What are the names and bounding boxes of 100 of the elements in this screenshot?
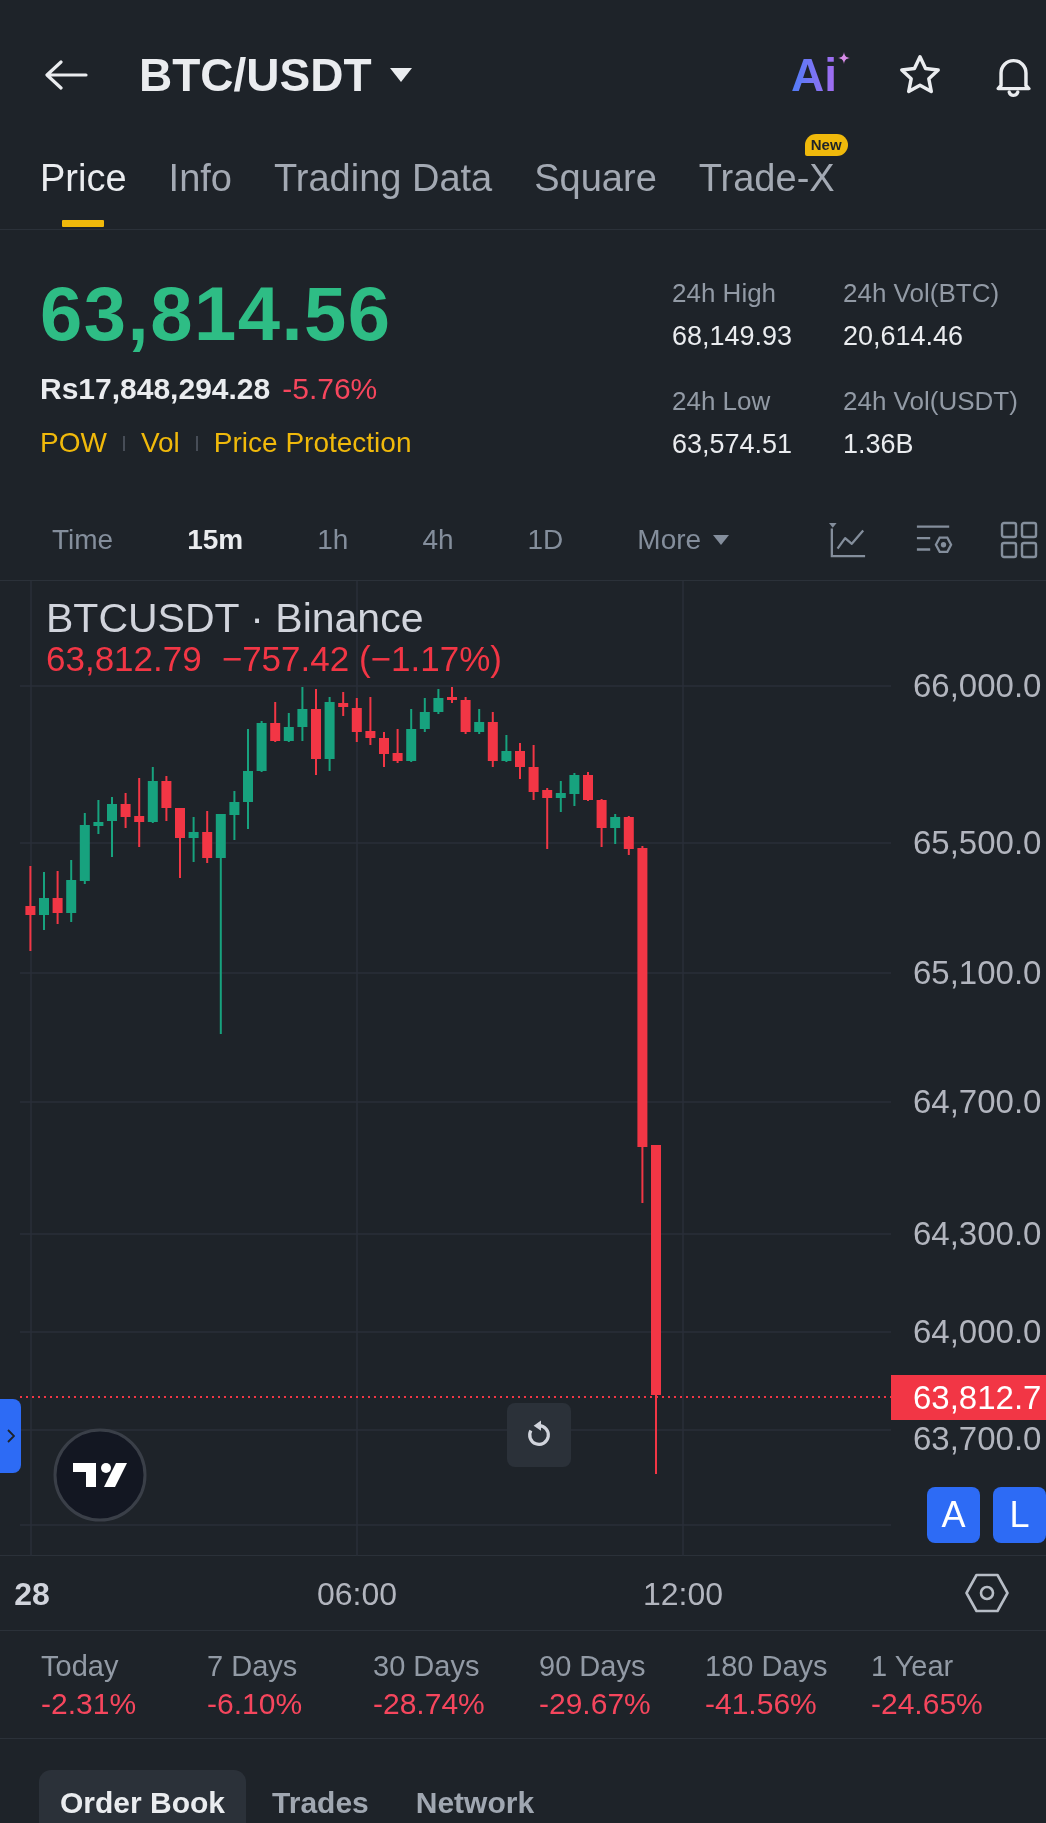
- section-tab[interactable]: Network: [394, 1770, 556, 1823]
- period-label: 30 Days: [373, 1649, 481, 1684]
- candlestick: [39, 871, 49, 931]
- candlestick: [120, 792, 131, 829]
- candlestick: [161, 775, 172, 822]
- stat-value: 63,574.51: [672, 428, 794, 461]
- period-change: -28.74%: [373, 1686, 486, 1722]
- candlestick: [256, 720, 267, 773]
- interval-tab[interactable]: Time: [52, 522, 114, 558]
- period-label: 7 Days: [207, 1649, 299, 1684]
- candlestick: [270, 701, 281, 743]
- interval-tab[interactable]: 1D: [527, 522, 564, 558]
- candlestick: [338, 691, 349, 717]
- candlestick: [107, 796, 117, 858]
- more-menu[interactable]: More: [637, 522, 730, 558]
- back-icon[interactable]: [44, 60, 88, 90]
- section-tab[interactable]: Order Book: [39, 1770, 247, 1823]
- change-percent: -5.76%: [282, 371, 378, 407]
- candlestick: [583, 771, 593, 802]
- stat-label: 24h Low: [672, 385, 772, 418]
- price-axis-label: 63,700.0: [913, 1421, 1042, 1457]
- interval-tab[interactable]: 1h: [317, 522, 349, 558]
- candlestick: [52, 870, 63, 925]
- legend-price: 63,812.79: [46, 641, 202, 677]
- candlestick: [134, 777, 145, 848]
- candlestick: [283, 712, 294, 743]
- pair-selector[interactable]: BTC/USDT: [139, 48, 412, 102]
- period-change: -6.10%: [207, 1686, 304, 1722]
- candlestick: [66, 859, 77, 923]
- period-label: 180 Days: [705, 1649, 829, 1684]
- price-axis-label: 64,700.0: [913, 1084, 1042, 1120]
- price-axis-label: 64,000.0: [913, 1314, 1042, 1350]
- time-axis-label: 28: [14, 1576, 50, 1612]
- candlestick: [596, 798, 607, 848]
- tag-link[interactable]: Price Protection: [213, 423, 412, 463]
- time-axis-label: 12:00: [642, 1576, 724, 1612]
- tag-link[interactable]: Vol: [140, 423, 180, 463]
- fiat-price: Rs17,848,294.28: [40, 371, 271, 407]
- stat-value: 68,149.93: [672, 320, 794, 353]
- chart-title: BTCUSDT · Binance: [46, 595, 424, 641]
- candlestick: [555, 780, 566, 813]
- price-axis-label: 65,100.0: [913, 955, 1042, 991]
- chart-logo-icon[interactable]: [53, 1428, 147, 1522]
- candlestick: [433, 688, 444, 715]
- scale-button[interactable]: L: [993, 1487, 1046, 1543]
- candlestick: [229, 790, 240, 841]
- new-badge: New: [804, 134, 848, 156]
- candlestick: [623, 815, 634, 856]
- price-axis-label: 64,300.0: [913, 1216, 1042, 1252]
- sparkle-icon: [838, 52, 850, 64]
- candlestick: [202, 810, 213, 864]
- candlestick: [460, 696, 471, 735]
- period-label: Today: [41, 1649, 120, 1684]
- candlestick: [569, 772, 580, 807]
- stat-value: 1.36B: [843, 428, 915, 461]
- period-change: -2.31%: [41, 1686, 138, 1722]
- stat-label: 24h Vol(BTC): [843, 277, 1001, 310]
- candlestick: [447, 686, 457, 704]
- legend-change: −757.42 (−1.17%): [221, 641, 502, 677]
- period-change: -29.67%: [539, 1686, 652, 1722]
- tab[interactable]: Price: [40, 156, 127, 229]
- time-axis-label: 06:00: [316, 1576, 398, 1612]
- interval-tab[interactable]: 4h: [422, 522, 454, 558]
- candlestick: [365, 696, 376, 746]
- section-tab[interactable]: Trades: [251, 1770, 390, 1823]
- candlestick: [610, 813, 621, 845]
- scale-button[interactable]: A: [927, 1487, 980, 1543]
- stat-label: 24h Vol(USDT): [843, 385, 1019, 418]
- period-change: -24.65%: [871, 1686, 984, 1722]
- tab[interactable]: Info: [168, 156, 232, 229]
- last-price: 63,814.56: [40, 270, 393, 358]
- settings-icon[interactable]: [965, 1573, 1009, 1613]
- candlestick: [147, 766, 158, 824]
- stat-value: 20,614.46: [843, 320, 965, 353]
- candlestick: [528, 744, 539, 801]
- chevron-right-icon: [6, 1429, 15, 1443]
- tab[interactable]: Square: [534, 156, 657, 229]
- tag-link[interactable]: POW: [40, 423, 107, 463]
- tab[interactable]: Trade-X: [698, 156, 835, 229]
- interval-tab[interactable]: 15m: [187, 522, 244, 558]
- candlestick: [93, 799, 104, 835]
- period-change: -41.56%: [705, 1686, 818, 1722]
- grid-icon[interactable]: [1000, 521, 1038, 559]
- price-axis-label: 66,000.0: [913, 668, 1042, 704]
- candlestick: [188, 816, 199, 863]
- line-chart-icon[interactable]: [828, 521, 868, 559]
- candlestick: [406, 708, 417, 763]
- candlestick: [474, 708, 485, 735]
- period-label: 90 Days: [539, 1649, 647, 1684]
- candlestick: [501, 734, 512, 763]
- tab[interactable]: Trading Data: [273, 156, 493, 229]
- candlestick: [515, 742, 525, 780]
- reset-button[interactable]: [507, 1403, 571, 1467]
- caret-down-icon: [389, 68, 412, 82]
- price-axis-label: 65,500.0: [913, 825, 1042, 861]
- candlestick: [487, 711, 498, 768]
- candlestick: [351, 697, 362, 743]
- side-panel-handle[interactable]: [0, 1399, 21, 1473]
- candlestick: [392, 728, 403, 764]
- candlestick: [175, 807, 185, 879]
